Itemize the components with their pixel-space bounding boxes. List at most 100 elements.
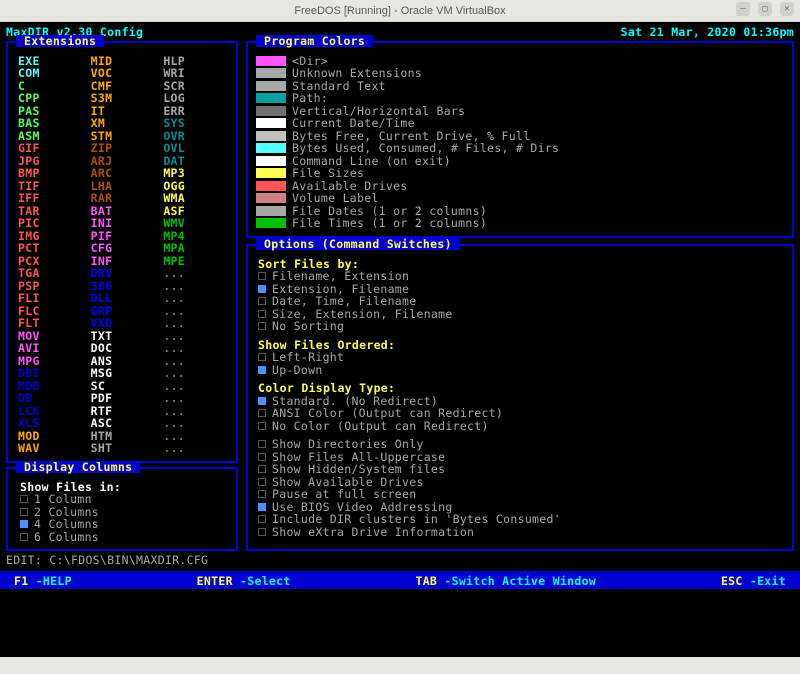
sort-option[interactable]: Filename, Extension [258,270,784,283]
extension-item[interactable]: DOC [91,342,154,355]
color-display-option[interactable]: No Color (Output can Redirect) [258,420,784,433]
switch-key[interactable]: TAB -Switch Active Window [415,575,596,588]
extension-item[interactable]: S3M [91,92,154,105]
option-label: 6 Columns [34,531,99,544]
option-label: ANSI Color (Output can Redirect) [272,407,503,420]
extension-item[interactable]: MP3 [163,167,226,180]
extension-item[interactable]: DBI [18,367,81,380]
extension-item[interactable]: FLT [18,317,81,330]
maximize-button[interactable]: ▢ [758,2,772,16]
extension-item[interactable]: ... [163,267,226,280]
extension-item[interactable]: ... [163,342,226,355]
color-swatch [256,168,286,178]
extension-item[interactable]: ARC [91,167,154,180]
extension-item[interactable]: SYS [163,117,226,130]
color-row[interactable]: File Sizes [256,167,784,180]
extension-item[interactable]: XLS [18,417,81,430]
extension-item[interactable]: TGA [18,267,81,280]
color-swatch [256,118,286,128]
flag-option[interactable]: Show eXtra Drive Information [258,526,784,539]
extension-item[interactable]: CPP [18,92,81,105]
extension-item[interactable]: PIC [18,217,81,230]
color-row[interactable]: Bytes Used, Consumed, # Files, # Dirs [256,142,784,155]
option-label: Show Hidden/System files [272,463,445,476]
extension-item[interactable]: ... [163,392,226,405]
minimize-button[interactable]: — [736,2,750,16]
extension-item[interactable]: ... [163,292,226,305]
extension-item[interactable]: VOC [91,67,154,80]
color-row[interactable]: File Times (1 or 2 columns) [256,217,784,230]
extension-item[interactable]: DRV [91,267,154,280]
extension-item[interactable]: WMA [163,192,226,205]
checkbox-icon [258,297,266,305]
color-swatch [256,206,286,216]
column-option[interactable]: 6 Columns [20,531,226,544]
option-label: Date, Time, Filename [272,295,416,308]
checkbox-icon [258,453,266,461]
checkbox-icon [258,272,266,280]
extension-item[interactable]: PDF [91,392,154,405]
extension-item[interactable]: ASC [91,417,154,430]
extension-item[interactable]: MPA [163,242,226,255]
order-option[interactable]: Left-Right [258,351,784,364]
flag-option[interactable]: Include DIR clusters in 'Bytes Consumed' [258,513,784,526]
flag-option[interactable]: Show Directories Only [258,438,784,451]
color-label: Unknown Extensions [292,67,422,80]
sort-option[interactable]: Date, Time, Filename [258,295,784,308]
extension-item[interactable]: ... [163,367,226,380]
color-swatch [256,193,286,203]
extension-item[interactable]: INI [91,217,154,230]
extension-item[interactable]: BMP [18,167,81,180]
color-display-option[interactable]: ANSI Color (Output can Redirect) [258,407,784,420]
extension-item[interactable]: IFF [18,192,81,205]
extension-item[interactable]: RAR [91,192,154,205]
color-swatch [256,56,286,66]
extension-item[interactable]: AVI [18,342,81,355]
color-label: Path: [292,92,328,105]
close-button[interactable]: ✕ [780,2,794,16]
help-key[interactable]: F1 -HELP [14,575,72,588]
extension-item[interactable]: COM [18,67,81,80]
color-row[interactable]: Unknown Extensions [256,67,784,80]
extension-item[interactable]: FLI [18,292,81,305]
color-row[interactable]: Standard Text [256,80,784,93]
extension-item[interactable]: DB [18,392,81,405]
color-row[interactable]: Volume Label [256,192,784,205]
extension-item[interactable]: SHT [91,442,154,455]
extension-item[interactable]: WRI [163,67,226,80]
column-option[interactable]: 4 Columns [20,518,226,531]
vm-titlebar: FreeDOS [Running] - Oracle VM VirtualBox… [0,0,800,22]
order-option[interactable]: Up-Down [258,364,784,377]
extension-item[interactable]: BAS [18,117,81,130]
extension-item[interactable]: OVL [163,142,226,155]
checkbox-icon [258,490,266,498]
extension-item[interactable]: XM [91,117,154,130]
sort-option[interactable]: No Sorting [258,320,784,333]
extension-item[interactable]: ... [163,417,226,430]
option-label: Show Directories Only [272,438,424,451]
select-key[interactable]: ENTER -Select [197,575,291,588]
exit-key[interactable]: ESC -Exit [721,575,786,588]
extension-item[interactable]: ZIP [91,142,154,155]
extension-item[interactable]: WMV [163,217,226,230]
column-option[interactable]: 1 Column [20,493,226,506]
extension-item[interactable]: LOG [163,92,226,105]
extension-item[interactable]: DLL [91,292,154,305]
checkbox-icon [258,397,266,405]
edit-line: EDIT: C:\FDOS\BIN\MAXDIR.CFG [6,554,794,567]
extension-item[interactable]: MSG [91,367,154,380]
color-row[interactable]: Current Date/Time [256,117,784,130]
extension-item[interactable]: ... [163,442,226,455]
flag-option[interactable]: Pause at full screen [258,488,784,501]
color-row[interactable]: Path: [256,92,784,105]
flag-option[interactable]: Show Hidden/System files [258,463,784,476]
extension-item[interactable]: PCT [18,242,81,255]
extension-item[interactable]: VXD [91,317,154,330]
extension-item[interactable]: WAV [18,442,81,455]
checkbox-icon [258,515,266,523]
extension-item[interactable]: ... [163,317,226,330]
checkbox-icon [258,310,266,318]
color-swatch [256,218,286,228]
extension-item[interactable]: GIF [18,142,81,155]
extension-item[interactable]: CFG [91,242,154,255]
